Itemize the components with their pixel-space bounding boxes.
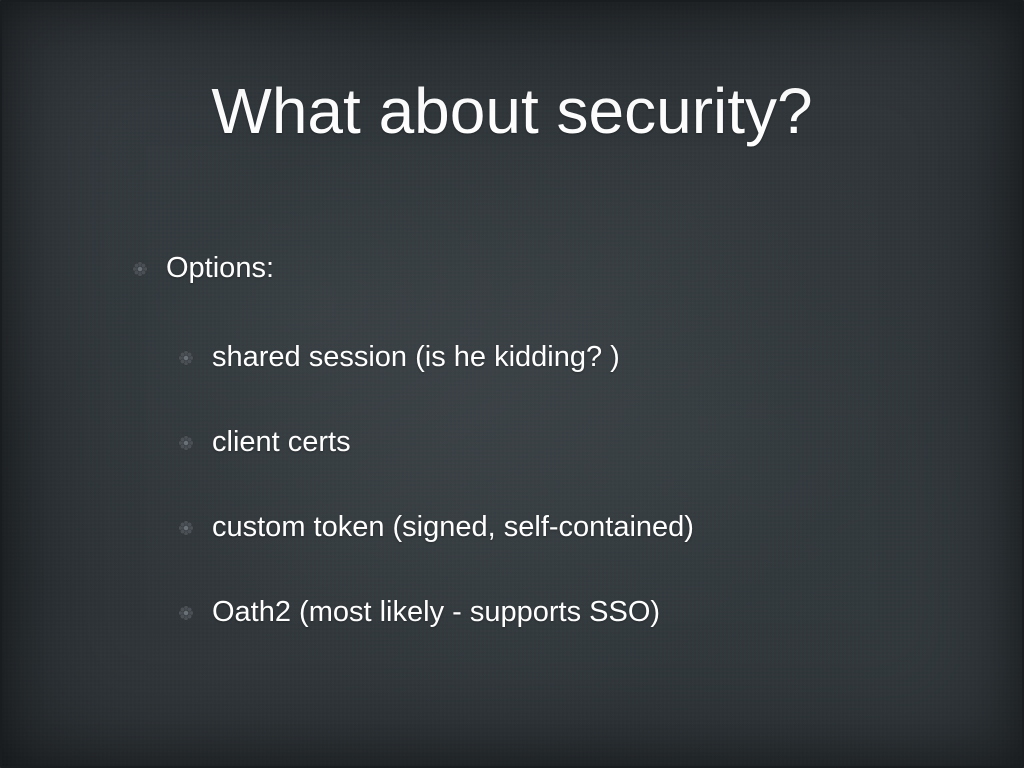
list-item: shared session (is he kidding? ) xyxy=(178,341,942,374)
slide-chalkboard: What about security? Options: shared ses… xyxy=(0,0,1024,768)
list-item: Oath2 (most likely - supports SSO) xyxy=(178,596,942,629)
bullet-text: client certs xyxy=(212,426,351,459)
list-item: custom token (signed, self-contained) xyxy=(178,511,942,544)
flower-bullet-icon xyxy=(178,520,194,536)
flower-bullet-icon xyxy=(178,605,194,621)
flower-bullet-icon xyxy=(178,350,194,366)
bullet-text: custom token (signed, self-contained) xyxy=(212,511,694,544)
bullet-text: Oath2 (most likely - supports SSO) xyxy=(212,596,660,629)
flower-bullet-icon xyxy=(178,435,194,451)
flower-bullet-icon xyxy=(132,261,148,277)
list-item: client certs xyxy=(178,426,942,459)
slide-title: What about security? xyxy=(2,74,1022,148)
bullet-text: Options: xyxy=(166,252,274,285)
list-item: Options: xyxy=(132,252,942,285)
bullet-text: shared session (is he kidding? ) xyxy=(212,341,620,374)
slide-content: Options: shared session (is he kidding? … xyxy=(132,252,942,681)
